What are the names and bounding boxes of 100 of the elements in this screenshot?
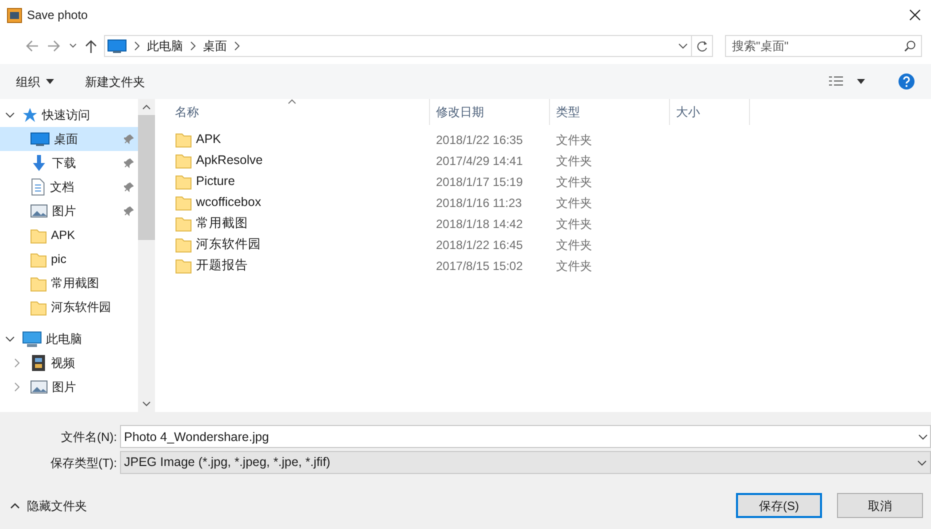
- folder-icon: [175, 194, 192, 211]
- file-row[interactable]: ApkResolve 2017/4/29 14:41 文件夹: [155, 150, 931, 171]
- refresh-button[interactable]: [691, 35, 713, 57]
- help-icon[interactable]: [898, 73, 915, 90]
- type-dropdown[interactable]: JPEG Image (*.jpg, *.jpeg, *.jpe, *.jfif): [120, 451, 931, 474]
- file-row[interactable]: Picture 2018/1/17 15:19 文件夹: [155, 171, 931, 192]
- chevron-down-icon[interactable]: [5, 334, 15, 344]
- nav-item[interactable]: 下载: [0, 151, 138, 175]
- folder-icon: [175, 257, 192, 274]
- folder-icon: [30, 250, 47, 268]
- folder-icon: [30, 274, 47, 292]
- file-row[interactable]: 常用截图 2018/1/18 14:42 文件夹: [155, 213, 931, 234]
- nav-item[interactable]: 桌面: [0, 127, 138, 151]
- date-cell: 2018/1/16 11:23: [436, 196, 522, 210]
- film-icon: [30, 354, 47, 372]
- star-icon: [22, 107, 38, 123]
- app-icon: [7, 8, 22, 22]
- file-name: APK: [196, 131, 222, 148]
- file-name: 开题报告: [196, 257, 248, 274]
- image-icon: [30, 379, 48, 395]
- nav-item[interactable]: 图片: [0, 375, 138, 399]
- pin-icon[interactable]: [124, 182, 134, 192]
- file-name: Picture: [196, 173, 235, 190]
- chevron-up-icon: [10, 502, 20, 509]
- type-cell: 文件夹: [556, 258, 592, 272]
- search-icon: [904, 40, 916, 52]
- back-arrow-icon[interactable]: [24, 38, 40, 54]
- chevron-right-icon: [233, 41, 241, 51]
- pin-icon[interactable]: [124, 206, 134, 216]
- field-label: 文件名(N):: [60, 428, 118, 446]
- save-button[interactable]: 保存(S): [736, 493, 822, 518]
- folder-icon: [175, 131, 192, 148]
- download-arrow-icon: [30, 154, 48, 172]
- type-cell: 文件夹: [556, 238, 592, 252]
- file-name: 河东软件园: [196, 236, 261, 254]
- chevron-right-icon: [133, 41, 141, 51]
- caret-icon: [46, 79, 54, 84]
- pin-icon[interactable]: [124, 158, 134, 168]
- folder-icon: [175, 215, 192, 232]
- column-header[interactable]: 类型: [550, 99, 670, 125]
- forward-arrow-icon[interactable]: [46, 38, 62, 54]
- chevron-down-icon: [917, 458, 927, 466]
- computer-icon: [22, 330, 42, 348]
- document-icon: [30, 178, 46, 196]
- chevron-down-icon: [142, 401, 151, 407]
- breadcrumb[interactable]: 桌面: [203, 37, 227, 55]
- monitor-icon: [30, 131, 50, 147]
- chevron-right-icon[interactable]: [12, 382, 22, 392]
- scrollbar[interactable]: [138, 99, 155, 412]
- folder-icon: [30, 226, 47, 244]
- date-cell: 2018/1/22 16:45: [436, 238, 523, 252]
- chevron-down-icon[interactable]: [5, 110, 15, 120]
- folder-icon: [175, 236, 192, 253]
- type-cell: 文件夹: [556, 174, 592, 188]
- chevron-up-icon: [142, 104, 151, 110]
- chevron-right-icon: [189, 41, 197, 51]
- file-name: 常用截图: [196, 215, 248, 232]
- window-title: Save photo: [27, 7, 88, 24]
- view-options-icon[interactable]: [828, 74, 844, 88]
- pin-icon[interactable]: [124, 134, 134, 144]
- file-row[interactable]: 河东软件园 2018/1/22 16:45 文件夹: [155, 234, 931, 255]
- nav-item[interactable]: 快速访问: [0, 103, 138, 127]
- column-header[interactable]: 修改日期: [430, 99, 550, 125]
- file-name: wcofficebox: [196, 194, 262, 212]
- file-row[interactable]: wcofficebox 2018/1/16 11:23 文件夹: [155, 192, 931, 213]
- hide-folders-toggle[interactable]: 隐藏文件夹: [10, 496, 87, 514]
- nav-item[interactable]: 图片: [0, 199, 138, 223]
- nav-item[interactable]: APK: [0, 223, 138, 247]
- close-icon[interactable]: [909, 9, 921, 21]
- date-cell: 2017/8/15 15:02: [436, 258, 523, 272]
- nav-item[interactable]: 视频: [0, 351, 138, 375]
- caret-icon[interactable]: [857, 79, 865, 84]
- type-cell: 文件夹: [556, 216, 592, 230]
- up-arrow-icon[interactable]: [84, 38, 98, 54]
- organize-menu[interactable]: 组织: [16, 72, 54, 90]
- chevron-right-icon[interactable]: [12, 358, 22, 368]
- date-cell: 2017/4/29 14:41: [436, 154, 523, 168]
- refresh-icon: [696, 40, 708, 52]
- filename-field[interactable]: Photo 4_Wondershare.jpg: [120, 425, 931, 448]
- folder-icon: [30, 298, 47, 316]
- column-header[interactable]: 大小: [670, 99, 750, 125]
- nav-item[interactable]: 此电脑: [0, 327, 138, 351]
- date-cell: 2018/1/17 15:19: [436, 174, 523, 188]
- nav-item[interactable]: pic: [0, 247, 138, 271]
- file-row[interactable]: APK 2018/1/22 16:35 文件夹: [155, 129, 931, 150]
- column-header[interactable]: 名称: [155, 99, 430, 125]
- address-bar[interactable]: 此电脑 桌面: [104, 35, 692, 57]
- type-cell: 文件夹: [556, 154, 592, 168]
- date-cell: 2018/1/18 14:42: [436, 216, 523, 230]
- nav-item[interactable]: 河东软件园: [0, 295, 138, 319]
- file-name: ApkResolve: [196, 152, 263, 170]
- nav-item[interactable]: 常用截图: [0, 271, 138, 295]
- cancel-button[interactable]: 取消: [837, 493, 923, 518]
- breadcrumb[interactable]: 此电脑: [147, 37, 183, 55]
- chevron-down-icon[interactable]: [677, 41, 689, 51]
- chevron-down-icon[interactable]: [918, 433, 928, 441]
- file-row[interactable]: 开题报告 2017/8/15 15:02 文件夹: [155, 255, 931, 276]
- new-folder-button[interactable]: 新建文件夹: [85, 72, 145, 90]
- nav-item[interactable]: 文档: [0, 175, 138, 199]
- search-field[interactable]: 搜索"桌面": [725, 35, 922, 57]
